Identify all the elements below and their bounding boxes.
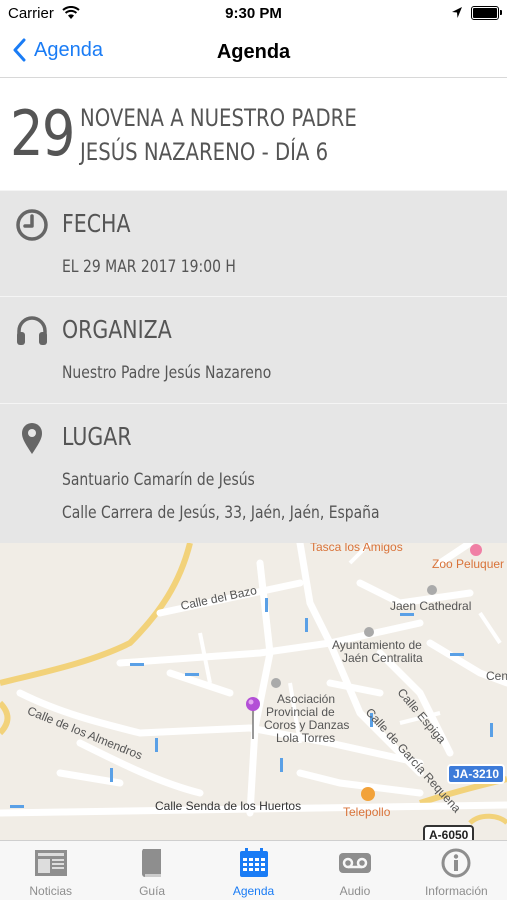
map-pin-icon: [22, 423, 42, 454]
map-label-ayuntamiento-1: Ayuntamiento de: [332, 638, 422, 652]
organizer-value: Nuestro Padre Jesús Nazareno: [62, 363, 272, 383]
location-arrow-icon: [451, 6, 463, 24]
tab-audio[interactable]: Audio: [304, 841, 405, 900]
navigation-bar: Agenda Agenda: [0, 28, 507, 78]
tab-informacion[interactable]: Información: [406, 841, 507, 900]
tab-label-guia: Guía: [139, 884, 166, 898]
map-label-senda: Calle Senda de los Huertos: [155, 799, 302, 813]
newspaper-icon: [34, 850, 67, 876]
event-header: 29 NOVENA A NUESTRO PADRE JESÚS NAZARENO…: [0, 79, 507, 190]
road-badge-a6050: A-6050: [423, 825, 475, 840]
event-title-line1: NOVENA A NUESTRO PADRE: [80, 104, 357, 132]
date-section: FECHA EL 29 MAR 2017 19:00 H: [0, 190, 507, 296]
tab-label-informacion: Información: [424, 884, 488, 898]
clock: 9:30 PM: [225, 5, 282, 22]
tab-bar: Noticias Guía Agenda Audio Información: [0, 840, 507, 900]
book-icon: [142, 849, 162, 877]
tab-label-noticias: Noticias: [29, 884, 73, 898]
map-label-asociacion-1: Asociación: [277, 692, 336, 706]
event-title: NOVENA A NUESTRO PADRE JESÚS NAZARENO - …: [80, 101, 424, 169]
organizer-heading: ORGANIZA: [62, 315, 172, 344]
road-badge-ja3210: JA-3210: [447, 764, 506, 784]
location-map[interactable]: Tasca los Amigos Zoo Peluquer Jaen Cathe…: [0, 543, 507, 840]
map-label-asociacion-4: Lola Torres: [276, 731, 336, 745]
tab-guia[interactable]: Guía: [101, 841, 202, 900]
map-label-zoo: Zoo Peluquer: [432, 557, 505, 571]
location-section: LUGAR Santuario Camarín de Jesús Calle C…: [0, 403, 507, 543]
map-label-tasca: Tasca los Amigos: [310, 543, 403, 554]
map-label-asociacion-2: Provincial de: [266, 705, 335, 719]
date-heading: FECHA: [62, 209, 131, 238]
map-label-asociacion-3: Coros y Danzas: [264, 718, 350, 732]
map-label-cathedral: Jaen Cathedral: [390, 599, 472, 613]
clock-icon: [16, 209, 48, 241]
battery-icon: [471, 6, 502, 20]
organizer-section: ORGANIZA Nuestro Padre Jesús Nazareno: [0, 296, 507, 403]
status-bar: Carrier 9:30 PM: [0, 0, 507, 28]
tab-label-audio: Audio: [339, 884, 371, 898]
headphones-icon: [17, 316, 47, 345]
map-label-ayuntamiento-2: Jaén Centralita: [342, 651, 423, 665]
map-label-telepollo: Telepollo: [343, 805, 391, 819]
event-day: 29: [10, 97, 75, 170]
page-title: Agenda: [216, 41, 291, 63]
tab-noticias[interactable]: Noticias: [0, 841, 101, 900]
tab-agenda[interactable]: Agenda: [203, 841, 304, 900]
map-label-cen: Cen: [486, 669, 507, 683]
calendar-icon: [239, 848, 268, 877]
voicemail-icon: [338, 853, 371, 873]
date-value: EL 29 MAR 2017 19:00 H: [62, 257, 236, 277]
location-heading: LUGAR: [62, 422, 132, 451]
location-address: Calle Carrera de Jesús, 33, Jaén, Jaén, …: [62, 503, 380, 523]
info-icon: [441, 848, 471, 878]
location-place: Santuario Camarín de Jesús: [62, 470, 255, 490]
event-title-line2: JESÚS NAZARENO - DÍA 6: [80, 138, 329, 166]
tab-label-agenda: Agenda: [232, 884, 275, 898]
